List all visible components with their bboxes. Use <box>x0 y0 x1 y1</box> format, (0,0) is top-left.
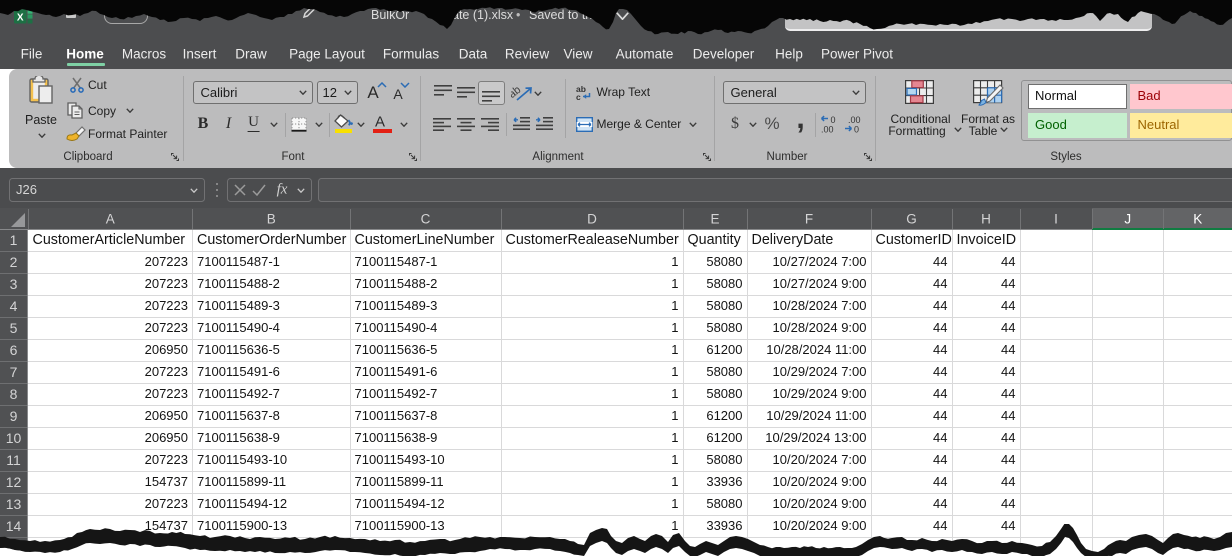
svg-text:0: 0 <box>854 125 859 134</box>
svg-text:.00: .00 <box>848 115 861 125</box>
svg-text:.00: .00 <box>821 125 834 134</box>
svg-text:0: 0 <box>831 115 836 125</box>
svg-text:c: c <box>576 92 581 100</box>
svg-text:ab: ab <box>511 84 523 101</box>
